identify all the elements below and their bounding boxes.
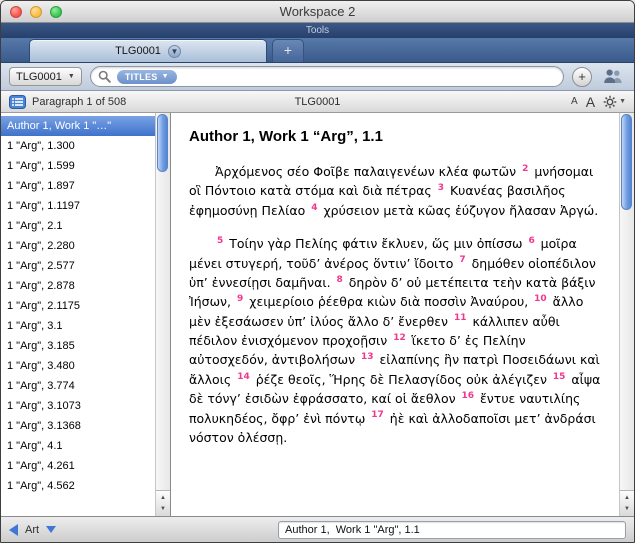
search-field[interactable]: TITLES ▼ bbox=[90, 66, 564, 87]
nav-label: Art bbox=[25, 524, 39, 536]
line-number: 9 bbox=[237, 294, 243, 304]
document-content: Author 1, Work 1 “Arg”, 1.1 Ἀρχόμενος σέ… bbox=[171, 113, 619, 516]
list-item[interactable]: 1 "Arg", 3.1 bbox=[1, 316, 155, 336]
people-icon[interactable] bbox=[600, 68, 626, 85]
main-area: Author 1, Work 1 "…"1 "Arg", 1.3001 "Arg… bbox=[1, 113, 634, 516]
corpus-select[interactable]: TLG0001 ▼ bbox=[9, 67, 82, 86]
paragraph-view-icon[interactable] bbox=[9, 95, 26, 109]
gear-icon bbox=[603, 95, 617, 109]
line-number: 2 bbox=[522, 164, 528, 174]
new-tab-button[interactable]: + bbox=[272, 39, 304, 62]
list-item[interactable]: 1 "Arg", 4.1 bbox=[1, 436, 155, 456]
greek-paragraph: Ἀρχόμενος σέο Φοῖβε παλαιγενέων κλέα φωτ… bbox=[189, 162, 606, 220]
chevron-down-icon: ▼ bbox=[68, 73, 75, 80]
line-number: 17 bbox=[371, 410, 384, 420]
search-scope-pill[interactable]: TITLES ▼ bbox=[117, 70, 177, 84]
tab-label: TLG0001 bbox=[115, 45, 161, 57]
greek-paragraph: 5 Τοίην γὰρ Πελίης φάτιν ἔκλυεν, ὥς μιν … bbox=[189, 234, 606, 447]
minimize-button[interactable] bbox=[30, 6, 42, 18]
font-larger-button[interactable]: A bbox=[586, 94, 595, 110]
add-button[interactable]: + bbox=[572, 67, 592, 87]
list-item[interactable]: 1 "Arg", 3.480 bbox=[1, 356, 155, 376]
close-button[interactable] bbox=[10, 6, 22, 18]
scrollbar-arrows: ▲ ▼ bbox=[620, 490, 634, 516]
list-item[interactable]: 1 "Arg", 3.774 bbox=[1, 376, 155, 396]
list-item[interactable]: 1 "Arg", 3.1368 bbox=[1, 416, 155, 436]
list-item[interactable]: 1 "Arg", 3.1073 bbox=[1, 396, 155, 416]
search-toolbar: TLG0001 ▼ TITLES ▼ + bbox=[1, 63, 634, 91]
scrollbar-arrows: ▲ ▼ bbox=[156, 490, 170, 516]
search-input[interactable] bbox=[183, 70, 556, 84]
list-item[interactable]: 1 "Arg", 4.562 bbox=[1, 476, 155, 496]
line-number: 3 bbox=[438, 183, 444, 193]
list-item[interactable]: 1 "Arg", 4.261 bbox=[1, 456, 155, 476]
list-item[interactable]: 1 "Arg", 1.599 bbox=[1, 156, 155, 176]
list-item[interactable]: 1 "Arg", 2.1 bbox=[1, 216, 155, 236]
content-header-right: A A ▼ bbox=[571, 94, 626, 110]
search-scope-label: TITLES bbox=[125, 72, 158, 82]
corpus-select-label: TLG0001 bbox=[16, 71, 62, 83]
tools-label: Tools bbox=[306, 25, 329, 36]
line-number: 4 bbox=[311, 203, 317, 213]
line-number: 8 bbox=[337, 275, 343, 285]
action-menu[interactable]: ▼ bbox=[603, 95, 626, 109]
text-scrollbar[interactable]: ▲ ▼ bbox=[619, 113, 634, 516]
content-header-left: Paragraph 1 of 508 bbox=[9, 95, 126, 109]
sidebar-scrollbar[interactable]: ▲ ▼ bbox=[155, 113, 170, 516]
line-number: 6 bbox=[528, 236, 534, 246]
list-item[interactable]: 1 "Arg", 1.300 bbox=[1, 136, 155, 156]
line-number: 12 bbox=[393, 333, 406, 343]
line-number: 16 bbox=[462, 391, 475, 401]
list-item[interactable]: 1 "Arg", 2.878 bbox=[1, 276, 155, 296]
scroll-down-icon[interactable]: ▼ bbox=[160, 506, 166, 512]
zoom-button[interactable] bbox=[50, 6, 62, 18]
scroll-up-icon[interactable]: ▲ bbox=[624, 495, 630, 501]
list-item[interactable]: 1 "Arg", 1.1197 bbox=[1, 196, 155, 216]
search-icon bbox=[98, 70, 111, 83]
tab-dropdown-icon[interactable]: ▼ bbox=[168, 45, 181, 58]
chevron-down-icon: ▼ bbox=[619, 98, 626, 105]
location-field[interactable] bbox=[278, 521, 626, 539]
nav-back-icon[interactable] bbox=[9, 524, 18, 536]
scroll-down-icon[interactable]: ▼ bbox=[624, 506, 630, 512]
tab-tlg0001[interactable]: TLG0001 ▼ bbox=[29, 39, 267, 62]
font-smaller-button[interactable]: A bbox=[571, 96, 578, 107]
list-item[interactable]: 1 "Arg", 2.280 bbox=[1, 236, 155, 256]
line-number: 11 bbox=[454, 313, 467, 323]
line-number: 13 bbox=[361, 352, 374, 362]
window-title: Workspace 2 bbox=[280, 4, 356, 19]
content-header: Paragraph 1 of 508 TLG0001 A A ▼ bbox=[1, 91, 634, 113]
line-number: 7 bbox=[459, 255, 465, 265]
scrollbar-thumb[interactable] bbox=[157, 114, 168, 172]
text-pane: Author 1, Work 1 “Arg”, 1.1 Ἀρχόμενος σέ… bbox=[171, 113, 634, 516]
nav-dropdown-icon[interactable] bbox=[46, 526, 56, 533]
chevron-down-icon: ▼ bbox=[162, 73, 169, 80]
tools-band: Tools bbox=[1, 23, 634, 38]
greek-text: Ἀρχόμενος σέο Φοῖβε παλαιγενέων κλέα φωτ… bbox=[189, 162, 606, 447]
sidebar-list: Author 1, Work 1 "…"1 "Arg", 1.3001 "Arg… bbox=[1, 116, 155, 516]
list-item[interactable]: 1 "Arg", 3.185 bbox=[1, 336, 155, 356]
title-bar[interactable]: Workspace 2 bbox=[1, 1, 634, 23]
line-number: 15 bbox=[553, 372, 566, 382]
line-number: 5 bbox=[217, 236, 223, 246]
list-item[interactable]: 1 "Arg", 2.1175 bbox=[1, 296, 155, 316]
window-controls bbox=[10, 6, 62, 18]
line-number: 14 bbox=[237, 372, 250, 382]
list-item[interactable]: 1 "Arg", 2.577 bbox=[1, 256, 155, 276]
list-item[interactable]: Author 1, Work 1 "…" bbox=[1, 116, 155, 136]
line-number: 10 bbox=[534, 294, 547, 304]
tab-bar: TLG0001 ▼ + bbox=[1, 38, 634, 63]
document-heading: Author 1, Work 1 “Arg”, 1.1 bbox=[189, 128, 606, 145]
scrollbar-thumb[interactable] bbox=[621, 114, 632, 210]
scroll-up-icon[interactable]: ▲ bbox=[160, 495, 166, 501]
paragraph-status: Paragraph 1 of 508 bbox=[32, 96, 126, 108]
citation-sidebar: Author 1, Work 1 "…"1 "Arg", 1.3001 "Arg… bbox=[1, 113, 171, 516]
status-footer: Art bbox=[1, 516, 634, 542]
app-window: Workspace 2 Tools TLG0001 ▼ + TLG0001 ▼ … bbox=[0, 0, 635, 543]
list-item[interactable]: 1 "Arg", 1.897 bbox=[1, 176, 155, 196]
